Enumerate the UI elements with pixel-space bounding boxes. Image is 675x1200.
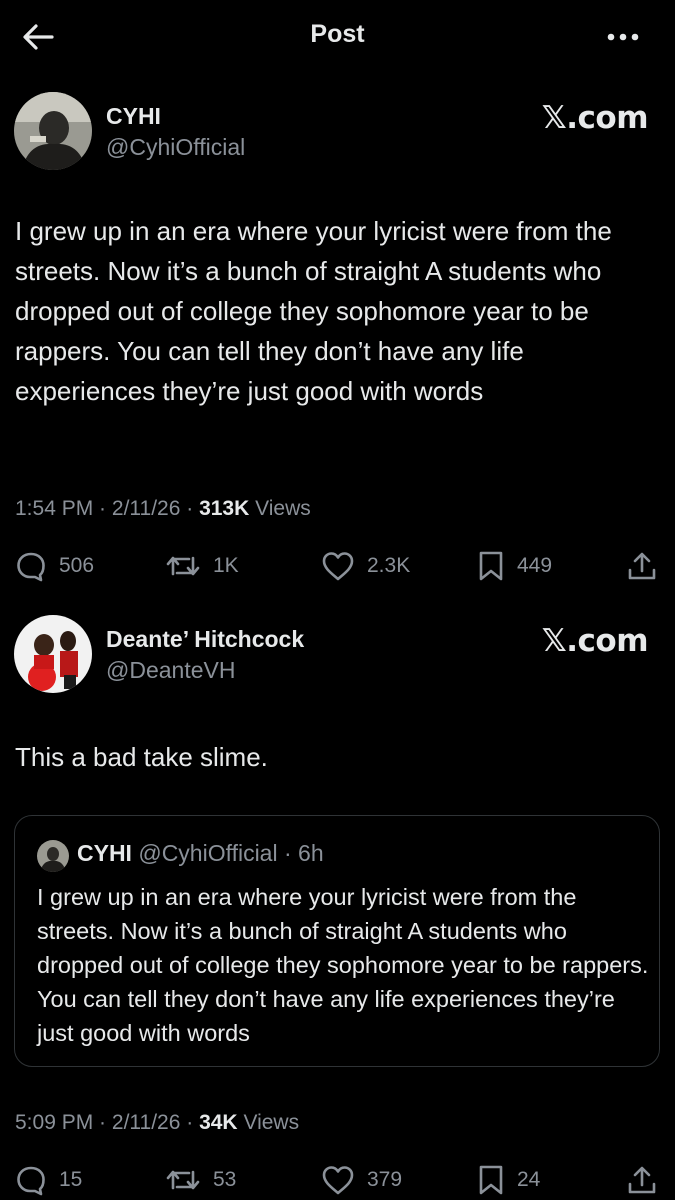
repost-button[interactable]: 1K: [165, 546, 239, 586]
reply-count: 506: [59, 554, 95, 577]
reply-button[interactable]: 506: [15, 546, 94, 586]
repost-count: 1K: [213, 554, 239, 577]
post-deante: Deante’ Hitchcock @DeanteVH 𝕏.com This a…: [0, 600, 675, 1200]
heart-icon: [322, 1166, 354, 1195]
bookmark-icon: [479, 551, 503, 581]
author-handle[interactable]: @DeanteVH: [106, 657, 235, 684]
quoted-author-name: CYHI: [77, 840, 132, 866]
quoted-post[interactable]: CYHI @CyhiOfficial · 6h I grew up in an …: [14, 815, 660, 1067]
reply-button[interactable]: 15: [15, 1160, 82, 1200]
post-time: 5:09 PM: [15, 1111, 94, 1134]
views-label: Views: [243, 1111, 300, 1134]
bookmark-count: 449: [517, 554, 553, 577]
quoted-header: CYHI @CyhiOfficial · 6h: [77, 840, 324, 866]
post-date: 2/11/26: [111, 1111, 181, 1134]
views-label: Views: [255, 497, 311, 520]
avatar-cyhi[interactable]: [14, 92, 92, 170]
action-bar: 15 53 379 24: [0, 1160, 675, 1200]
author-name[interactable]: Deante’ Hitchcock: [106, 626, 304, 653]
quoted-author-handle: @CyhiOfficial: [138, 840, 278, 866]
x-logo-watermark: 𝕏.com: [541, 100, 649, 136]
post-cyhi: CYHI @CyhiOfficial 𝕏.com I grew up in an…: [0, 0, 675, 600]
quoted-post-age: 6h: [298, 840, 324, 866]
avatar-deante[interactable]: [14, 615, 92, 693]
x-logo-watermark: 𝕏.com: [541, 623, 649, 659]
share-button[interactable]: [626, 546, 658, 586]
post-meta: 5:09 PM · 2/11/26 · 34K Views: [15, 1111, 300, 1134]
share-button[interactable]: [626, 1160, 658, 1200]
author-handle[interactable]: @CyhiOfficial: [106, 134, 245, 161]
author-name[interactable]: CYHI: [106, 103, 161, 130]
bookmark-count: 24: [517, 1168, 541, 1191]
quoted-avatar-cyhi: [37, 840, 69, 872]
post-date: 2/11/26: [111, 497, 181, 520]
avatar-cyhi-image: [14, 92, 92, 170]
quoted-post-text: I grew up in an era where your lyricist …: [37, 884, 649, 1046]
share-upload-icon: [628, 552, 656, 580]
bookmark-icon: [479, 1165, 503, 1195]
views-count: 34K: [199, 1111, 238, 1134]
reply-bubble-icon: [17, 552, 45, 582]
post-meta: 1:54 PM · 2/11/26 · 313K Views: [15, 497, 311, 520]
post-time: 1:54 PM: [15, 497, 94, 520]
action-bar: 506 1K 2.3K 449: [0, 546, 675, 586]
like-count: 2.3K: [367, 554, 411, 577]
repost-arrows-icon: [166, 556, 200, 576]
post-text: I grew up in an era where your lyricist …: [15, 216, 612, 406]
bookmark-button[interactable]: 449: [477, 546, 552, 586]
post-text: This a bad take slime.: [15, 742, 268, 772]
reply-bubble-icon: [17, 1166, 45, 1196]
share-upload-icon: [628, 1166, 656, 1194]
quoted-avatar-image: [37, 840, 69, 872]
bookmark-button[interactable]: 24: [477, 1160, 540, 1200]
like-button[interactable]: 379: [321, 1160, 402, 1200]
avatar-deante-image: [14, 615, 92, 693]
repost-arrows-icon: [166, 1170, 200, 1190]
reply-count: 15: [59, 1168, 83, 1191]
repost-count: 53: [213, 1168, 237, 1191]
like-count: 379: [367, 1168, 403, 1191]
views-count: 313K: [199, 497, 250, 520]
heart-icon: [322, 552, 354, 581]
repost-button[interactable]: 53: [165, 1160, 236, 1200]
like-button[interactable]: 2.3K: [321, 546, 410, 586]
